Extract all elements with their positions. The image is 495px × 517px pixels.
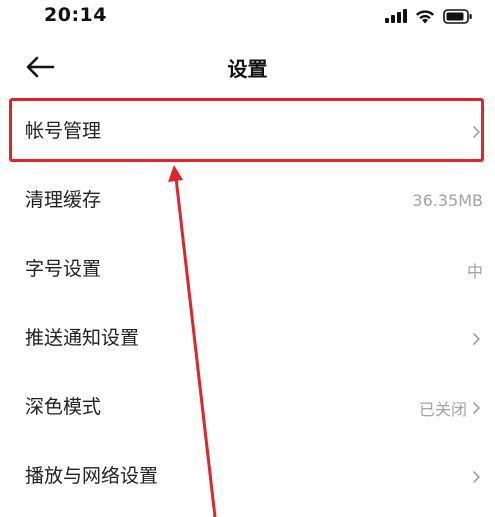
battery-icon <box>443 8 472 24</box>
chevron-right-icon <box>473 125 480 138</box>
chevron-right-icon <box>473 332 480 345</box>
menu-item-dark-mode[interactable]: 深色模式 已关闭 <box>0 373 495 442</box>
menu-item-push-notifications[interactable]: 推送通知设置 <box>0 304 495 373</box>
menu-item-label: 字号设置 <box>25 258 102 280</box>
menu-item-value: 36.35MB <box>412 166 483 235</box>
menu-item-value: 中 <box>467 235 483 304</box>
menu-item-playback-network[interactable]: 播放与网络设置 <box>0 442 495 511</box>
menu-item-label: 播放与网络设置 <box>25 465 159 487</box>
menu-item-value <box>469 304 483 373</box>
menu-item-label: 帐号管理 <box>25 120 102 142</box>
menu-item-account-management[interactable]: 帐号管理 <box>0 97 495 166</box>
settings-menu-list: 帐号管理 清理缓存 36.35MB 字号设置 中 推送通知设置 深色模式 已关闭 <box>0 97 495 511</box>
status-bar: 20:14 <box>0 0 495 32</box>
page-title: 设置 <box>227 57 268 81</box>
chevron-right-icon <box>473 470 480 483</box>
menu-item-value <box>469 97 483 166</box>
menu-item-value <box>469 442 483 511</box>
menu-item-label: 深色模式 <box>25 396 102 418</box>
wifi-icon <box>416 9 434 23</box>
cellular-signal-icon <box>385 9 407 23</box>
cache-size-text: 36.35MB <box>412 191 483 210</box>
nav-bar: 设置 <box>0 40 495 96</box>
font-size-value-text: 中 <box>466 261 483 281</box>
menu-item-font-size[interactable]: 字号设置 中 <box>0 235 495 304</box>
menu-item-label: 推送通知设置 <box>25 327 140 349</box>
menu-item-clear-cache[interactable]: 清理缓存 36.35MB <box>0 166 495 235</box>
dark-mode-status-text: 已关闭 <box>418 399 467 419</box>
status-icons <box>385 6 473 26</box>
menu-item-label: 清理缓存 <box>25 189 102 211</box>
menu-item-value: 已关闭 <box>419 373 483 442</box>
status-time: 20:14 <box>44 4 107 26</box>
chevron-right-icon <box>473 401 480 414</box>
